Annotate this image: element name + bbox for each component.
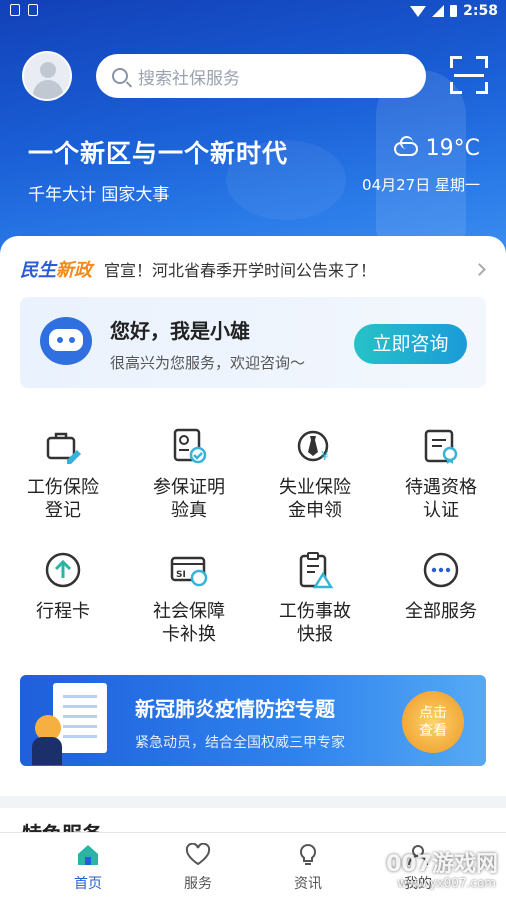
header-banner: 2:58 搜索社保服务 一个新区与一个新时代 千年大计 国家大事 19°C 04… (0, 0, 506, 262)
cloud-icon (393, 135, 418, 156)
banner-view-button[interactable]: 点击 查看 (402, 691, 464, 753)
consult-button[interactable]: 立即咨询 (354, 324, 467, 364)
notification-icon (10, 4, 20, 16)
tab-home[interactable]: 首页 (38, 843, 138, 893)
service-item[interactable]: 参保证明 验真 (126, 426, 252, 522)
headline: 一个新区与一个新时代 (28, 139, 289, 168)
bulb-icon (295, 843, 321, 867)
search-input[interactable]: 搜索社保服务 (96, 54, 426, 98)
assistant-card[interactable]: 您好，我是小雄 很高兴为您服务，欢迎咨询～ 立即咨询 (20, 297, 486, 388)
robot-icon (40, 317, 92, 365)
avatar[interactable] (22, 51, 72, 101)
svg-text:¥: ¥ (321, 449, 329, 463)
watermark: 007游戏网 (386, 852, 498, 877)
news-brand: 民生新政 (20, 260, 92, 281)
briefcase-edit-icon (43, 426, 83, 466)
banner-title: 新冠肺炎疫情防控专题 (135, 697, 335, 721)
tab-services[interactable]: 服务 (148, 842, 248, 893)
more-dots-icon (421, 550, 461, 590)
scan-icon[interactable] (450, 56, 488, 94)
watermark-url: www.yx007.com (397, 876, 496, 890)
weather: 19°C (393, 135, 480, 161)
service-item[interactable]: SI 社会保障 卡补换 (126, 550, 252, 646)
date: 04月27日 星期一 (362, 176, 480, 194)
news-text: 官宣！河北省春季开学时间公告来了！ (104, 261, 377, 280)
assistant-subtitle: 很高兴为您服务，欢迎咨询～ (110, 354, 306, 372)
service-item[interactable]: 全部服务 (378, 550, 504, 623)
heart-icon (185, 842, 211, 867)
main-card: 民生新政 官宣！河北省春季开学时间公告来了！ 您好，我是小雄 很高兴为您服务，欢… (0, 236, 506, 796)
tab-news[interactable]: 资讯 (258, 843, 358, 893)
banner-subtitle: 紧急动员，结合全国权威三甲专家 (135, 735, 345, 751)
service-item[interactable]: 工伤事故 快报 (252, 550, 378, 646)
assistant-greeting: 您好，我是小雄 (110, 319, 250, 343)
search-icon (112, 68, 128, 84)
featured-section: 特色服务 (0, 796, 506, 836)
notification-icon-2 (28, 4, 38, 16)
service-item[interactable]: ¥ 失业保险 金申领 (252, 426, 378, 522)
wifi-icon (410, 5, 427, 17)
svg-text:SI: SI (176, 570, 186, 580)
clock: 2:58 (463, 3, 498, 19)
chevron-right-icon (473, 262, 486, 276)
covid-banner[interactable]: 新冠肺炎疫情防控专题 紧急动员，结合全国权威三甲专家 点击 查看 (20, 675, 486, 766)
temperature: 19°C (425, 136, 480, 161)
service-item[interactable]: 待遇资格 认证 (378, 426, 504, 522)
certificate-icon (421, 426, 461, 466)
service-item[interactable]: 工伤保险 登记 (0, 426, 126, 522)
id-card-check-icon (169, 426, 209, 466)
tie-money-icon: ¥ (295, 426, 335, 466)
subline: 千年大计 国家大事 (28, 185, 170, 205)
si-card-refresh-icon: SI (169, 550, 209, 590)
signal-icon (432, 5, 445, 17)
status-bar: 2:58 (0, 0, 506, 24)
clipboard-warning-icon (295, 550, 335, 590)
battery-icon (450, 5, 458, 17)
search-placeholder: 搜索社保服务 (138, 68, 240, 89)
arrow-up-circle-icon (43, 550, 83, 590)
service-item[interactable]: 行程卡 (0, 550, 126, 623)
news-ticker[interactable]: 民生新政 官宣！河北省春季开学时间公告来了！ (20, 253, 490, 285)
home-icon (75, 843, 101, 867)
